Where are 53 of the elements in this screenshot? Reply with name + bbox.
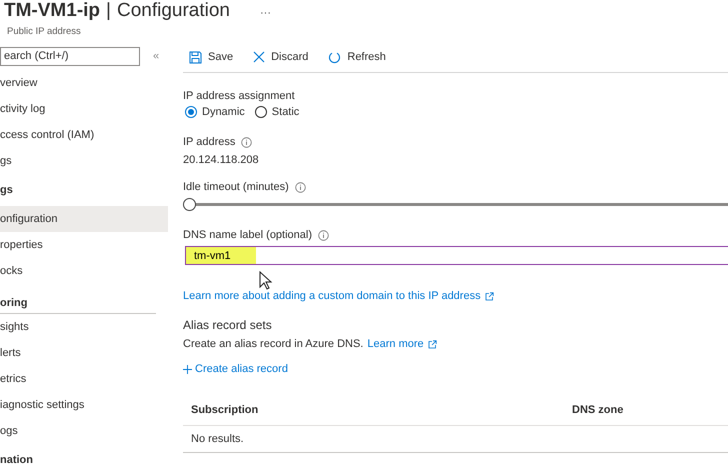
ip-value: 20.124.118.208	[183, 154, 260, 166]
sidebar-item[interactable]: sights	[0, 314, 168, 340]
info-icon[interactable]	[318, 230, 330, 240]
sidebar-item[interactable]: ogs	[0, 418, 168, 444]
field-label: DNS name label (optional)	[183, 229, 312, 241]
sidebar-item[interactable]: roperties	[0, 232, 168, 258]
toolbar-button[interactable]: Discard	[247, 51, 310, 63]
column-header: DNS zone	[564, 394, 728, 425]
column-header: Subscription	[183, 394, 564, 425]
timeout-slider[interactable]	[183, 198, 728, 211]
close-icon	[253, 51, 266, 63]
sidebar-section: nation	[0, 444, 168, 465]
sidebar-item[interactable]: iagnostic settings	[0, 392, 168, 418]
slider-thumb[interactable]	[183, 198, 196, 211]
page-title: Configuration	[116, 0, 230, 22]
sidebar-item[interactable]: ccess control (IAM)	[0, 122, 168, 148]
learn-more-link[interactable]: Learn more	[367, 338, 437, 350]
sidebar-item[interactable]: onfiguration	[0, 206, 168, 232]
collapse-button[interactable]: «	[153, 50, 160, 62]
sidebar-item[interactable]: verview	[0, 70, 168, 96]
sidebar-item[interactable]: ctivity log	[0, 96, 168, 122]
dns-input-field[interactable]: tm-vm1	[185, 246, 728, 265]
sidebar-section: gs	[0, 174, 168, 206]
radio-option[interactable]: Static	[252, 106, 300, 118]
resource-title: TM-VM1-ip	[4, 0, 100, 22]
external-link-icon	[484, 292, 494, 300]
info-icon[interactable]	[294, 182, 306, 192]
refresh-icon	[328, 50, 342, 64]
create-alias-button[interactable]: Create alias record	[183, 363, 288, 375]
external-link-icon	[428, 340, 437, 348]
title-separator: |	[106, 0, 111, 22]
empty-message: No results.	[183, 425, 728, 452]
search-field[interactable]: earch (Ctrl+/)	[0, 46, 140, 66]
field-label: Idle timeout (minutes)	[183, 181, 289, 193]
radio-option[interactable]: Dynamic	[183, 106, 245, 118]
toolbar-button[interactable]: Save	[183, 50, 236, 64]
section-heading: Alias record sets	[183, 318, 273, 332]
field-label: IP address	[183, 136, 236, 148]
sidebar-item[interactable]: lerts	[0, 340, 168, 366]
info-icon[interactable]	[241, 136, 252, 148]
sidebar-item[interactable]: ocks	[0, 258, 168, 284]
custom-domain-link[interactable]: Learn more about adding a custom domain to this IP address	[183, 290, 494, 302]
alias-description: Create an alias record in Azure DNS.	[183, 338, 364, 350]
resource-type: Public IP address	[6, 26, 81, 37]
sidebar-section: oring	[0, 284, 156, 314]
more-button[interactable]: ···	[254, 1, 278, 25]
save-icon	[189, 50, 202, 64]
sidebar-item[interactable]: etrics	[0, 366, 168, 392]
sidebar-item[interactable]: gs	[0, 148, 168, 174]
toolbar-button[interactable]: Refresh	[322, 50, 388, 64]
plus-icon	[183, 364, 192, 374]
field-label: IP address assignment	[183, 90, 295, 102]
mouse-cursor-icon	[259, 271, 273, 291]
